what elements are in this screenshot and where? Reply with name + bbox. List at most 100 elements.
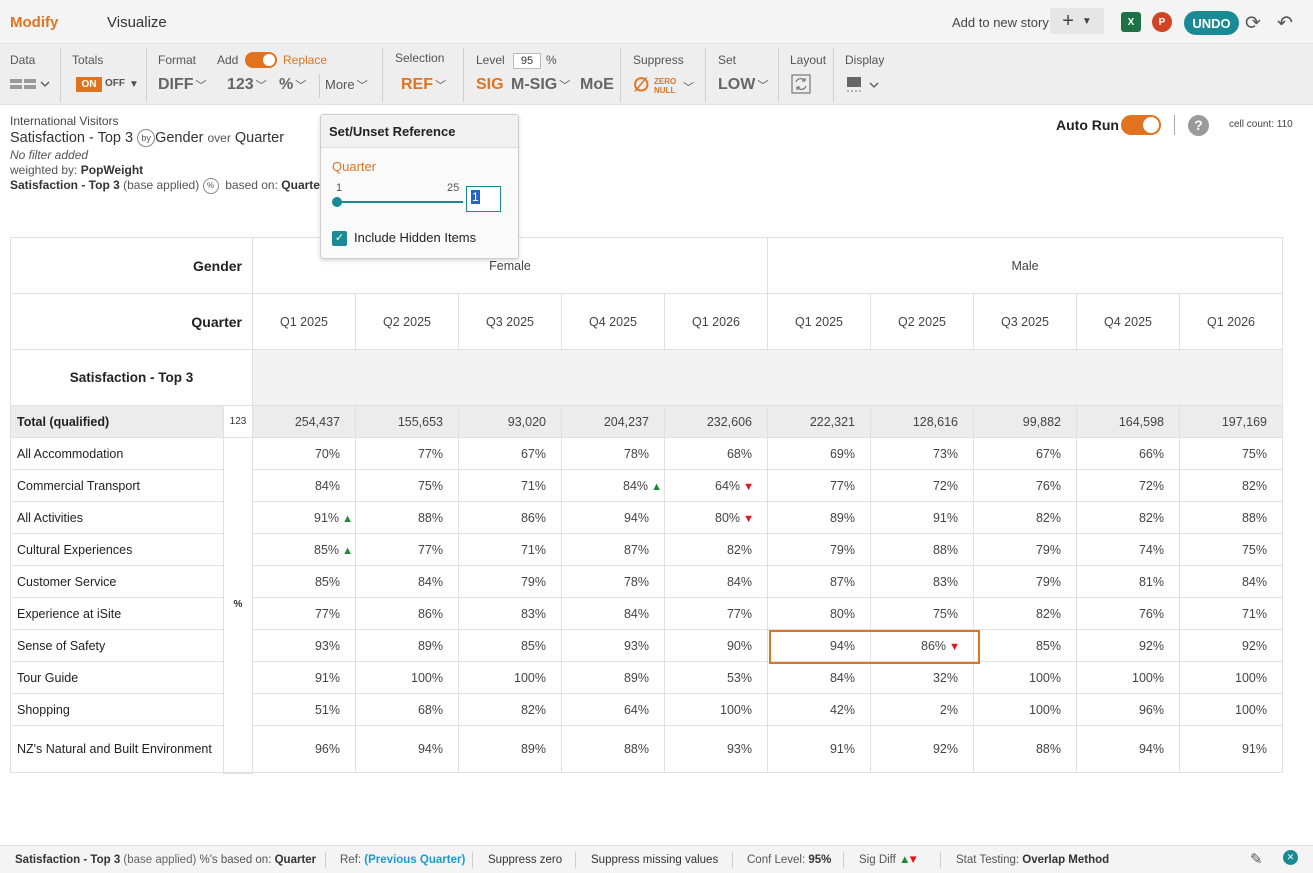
data-cell[interactable]: 77% [355,437,459,470]
more-button[interactable]: More ﹀ [325,77,368,93]
data-cell[interactable]: 42% [767,693,871,726]
data-cell[interactable]: 87% [561,533,665,566]
diff-button[interactable]: DIFF ﹀ [158,76,207,94]
close-icon[interactable]: ✕ [1283,850,1298,865]
row-label[interactable]: NZ's Natural and Built Environment [10,725,224,773]
data-cell[interactable]: 78% [561,437,665,470]
data-cell[interactable]: 82% [664,533,768,566]
data-cell[interactable]: 91% [1179,725,1283,773]
status-ref[interactable]: Ref: (Previous Quarter) [340,854,465,866]
data-cell[interactable]: 84% [664,565,768,598]
data-cell[interactable]: 69% [767,437,871,470]
data-cell[interactable]: 86% [458,501,562,534]
data-cell[interactable]: 85% [458,629,562,662]
totals-off-option[interactable]: OFF [105,78,125,89]
data-cell[interactable]: 93% [252,629,356,662]
data-cell[interactable]: 88% [1179,501,1283,534]
data-cell[interactable]: 72% [1076,469,1180,502]
data-cell[interactable]: 89% [355,629,459,662]
data-cell[interactable]: 85% ▲ [252,533,356,566]
data-cell[interactable]: 100% [973,693,1077,726]
row-label[interactable]: Commercial Transport [10,469,224,502]
data-cell[interactable]: 32% [870,661,974,694]
data-cell[interactable]: 89% [561,661,665,694]
row-label[interactable]: Tour Guide [10,661,224,694]
quarter-header[interactable]: Q4 2025 [1076,293,1180,350]
data-cell[interactable]: 75% [1179,437,1283,470]
total-cell[interactable]: 99,882 [973,405,1077,438]
data-cell[interactable]: 82% [973,597,1077,630]
msig-button[interactable]: M-SIG ﹀ [511,76,570,94]
data-cell[interactable]: 79% [767,533,871,566]
data-cell[interactable]: 67% [458,437,562,470]
data-cell[interactable]: 78% [561,565,665,598]
chevron-down-icon[interactable]: ▼ [129,79,139,90]
data-cell[interactable]: 84% ▲ [561,469,665,502]
total-cell[interactable]: 222,321 [767,405,871,438]
data-cell[interactable]: 88% [355,501,459,534]
include-hidden-label[interactable]: Include Hidden Items [354,230,476,245]
data-cell[interactable]: 79% [973,565,1077,598]
tab-visualize[interactable]: Visualize [107,14,167,31]
data-cell[interactable]: 82% [1179,469,1283,502]
quarter-header[interactable]: Q2 2025 [870,293,974,350]
row-label[interactable]: Experience at iSite [10,597,224,630]
chevron-down-icon[interactable]: ﹀ [683,79,694,95]
data-cell[interactable]: 85% [252,565,356,598]
data-cell[interactable]: 94% [1076,725,1180,773]
data-cell[interactable]: 67% [973,437,1077,470]
quarter-header[interactable]: Q3 2025 [458,293,562,350]
data-cell[interactable]: 66% [1076,437,1180,470]
quarter-header[interactable]: Q1 2025 [252,293,356,350]
data-cell[interactable]: 80% ▼ [664,501,768,534]
reference-value-input[interactable]: 1 [466,186,501,212]
data-cell[interactable]: 82% [458,693,562,726]
row-label[interactable]: Cultural Experiences [10,533,224,566]
data-cell[interactable]: 82% [1076,501,1180,534]
layout-swap-icon[interactable] [791,74,811,94]
data-cell[interactable]: 88% [561,725,665,773]
total-cell[interactable]: 232,606 [664,405,768,438]
data-cell[interactable]: 94% [561,501,665,534]
data-cell[interactable]: 64% [561,693,665,726]
low-button[interactable]: LOW ﹀ [718,76,768,94]
data-cell[interactable]: 100% [1076,661,1180,694]
data-cell[interactable]: 71% [1179,597,1283,630]
quarter-header[interactable]: Q1 2025 [767,293,871,350]
data-cell[interactable]: 88% [870,533,974,566]
data-cell[interactable]: 96% [252,725,356,773]
moe-button[interactable]: MoE [580,76,614,94]
data-cell[interactable]: 94% [355,725,459,773]
data-cell[interactable]: 68% [664,437,768,470]
refresh-icon[interactable]: ⟳ [1245,12,1261,35]
data-cell[interactable]: 75% [870,597,974,630]
data-cell[interactable]: 91% [252,661,356,694]
data-cell[interactable]: 76% [973,469,1077,502]
total-cell[interactable]: 197,169 [1179,405,1283,438]
data-cell[interactable]: 84% [252,469,356,502]
data-cell[interactable]: 73% [870,437,974,470]
data-cell[interactable]: 81% [1076,565,1180,598]
quarter-header[interactable]: Q1 2026 [1179,293,1283,350]
data-cell[interactable]: 96% [1076,693,1180,726]
auto-run-toggle[interactable] [1121,115,1161,135]
data-cell[interactable]: 100% [458,661,562,694]
undo-button[interactable]: UNDO [1184,11,1239,35]
quarter-header[interactable]: Q4 2025 [561,293,665,350]
data-cell[interactable]: 91% [870,501,974,534]
data-cell[interactable]: 70% [252,437,356,470]
quarter-header[interactable]: Q1 2026 [664,293,768,350]
data-cell[interactable]: 68% [355,693,459,726]
data-cell[interactable]: 91% ▲ [252,501,356,534]
data-cell[interactable]: 83% [870,565,974,598]
total-cell[interactable]: 128,616 [870,405,974,438]
data-cell[interactable]: 79% [458,565,562,598]
help-icon[interactable]: ? [1188,115,1209,136]
data-cell[interactable]: 53% [664,661,768,694]
data-cell[interactable]: 92% [1179,629,1283,662]
data-cell[interactable]: 93% [561,629,665,662]
quarter-header[interactable]: Q2 2025 [355,293,459,350]
display-icon[interactable] [846,76,882,94]
excel-export-icon[interactable]: X [1121,12,1141,32]
data-cell[interactable]: 2% [870,693,974,726]
